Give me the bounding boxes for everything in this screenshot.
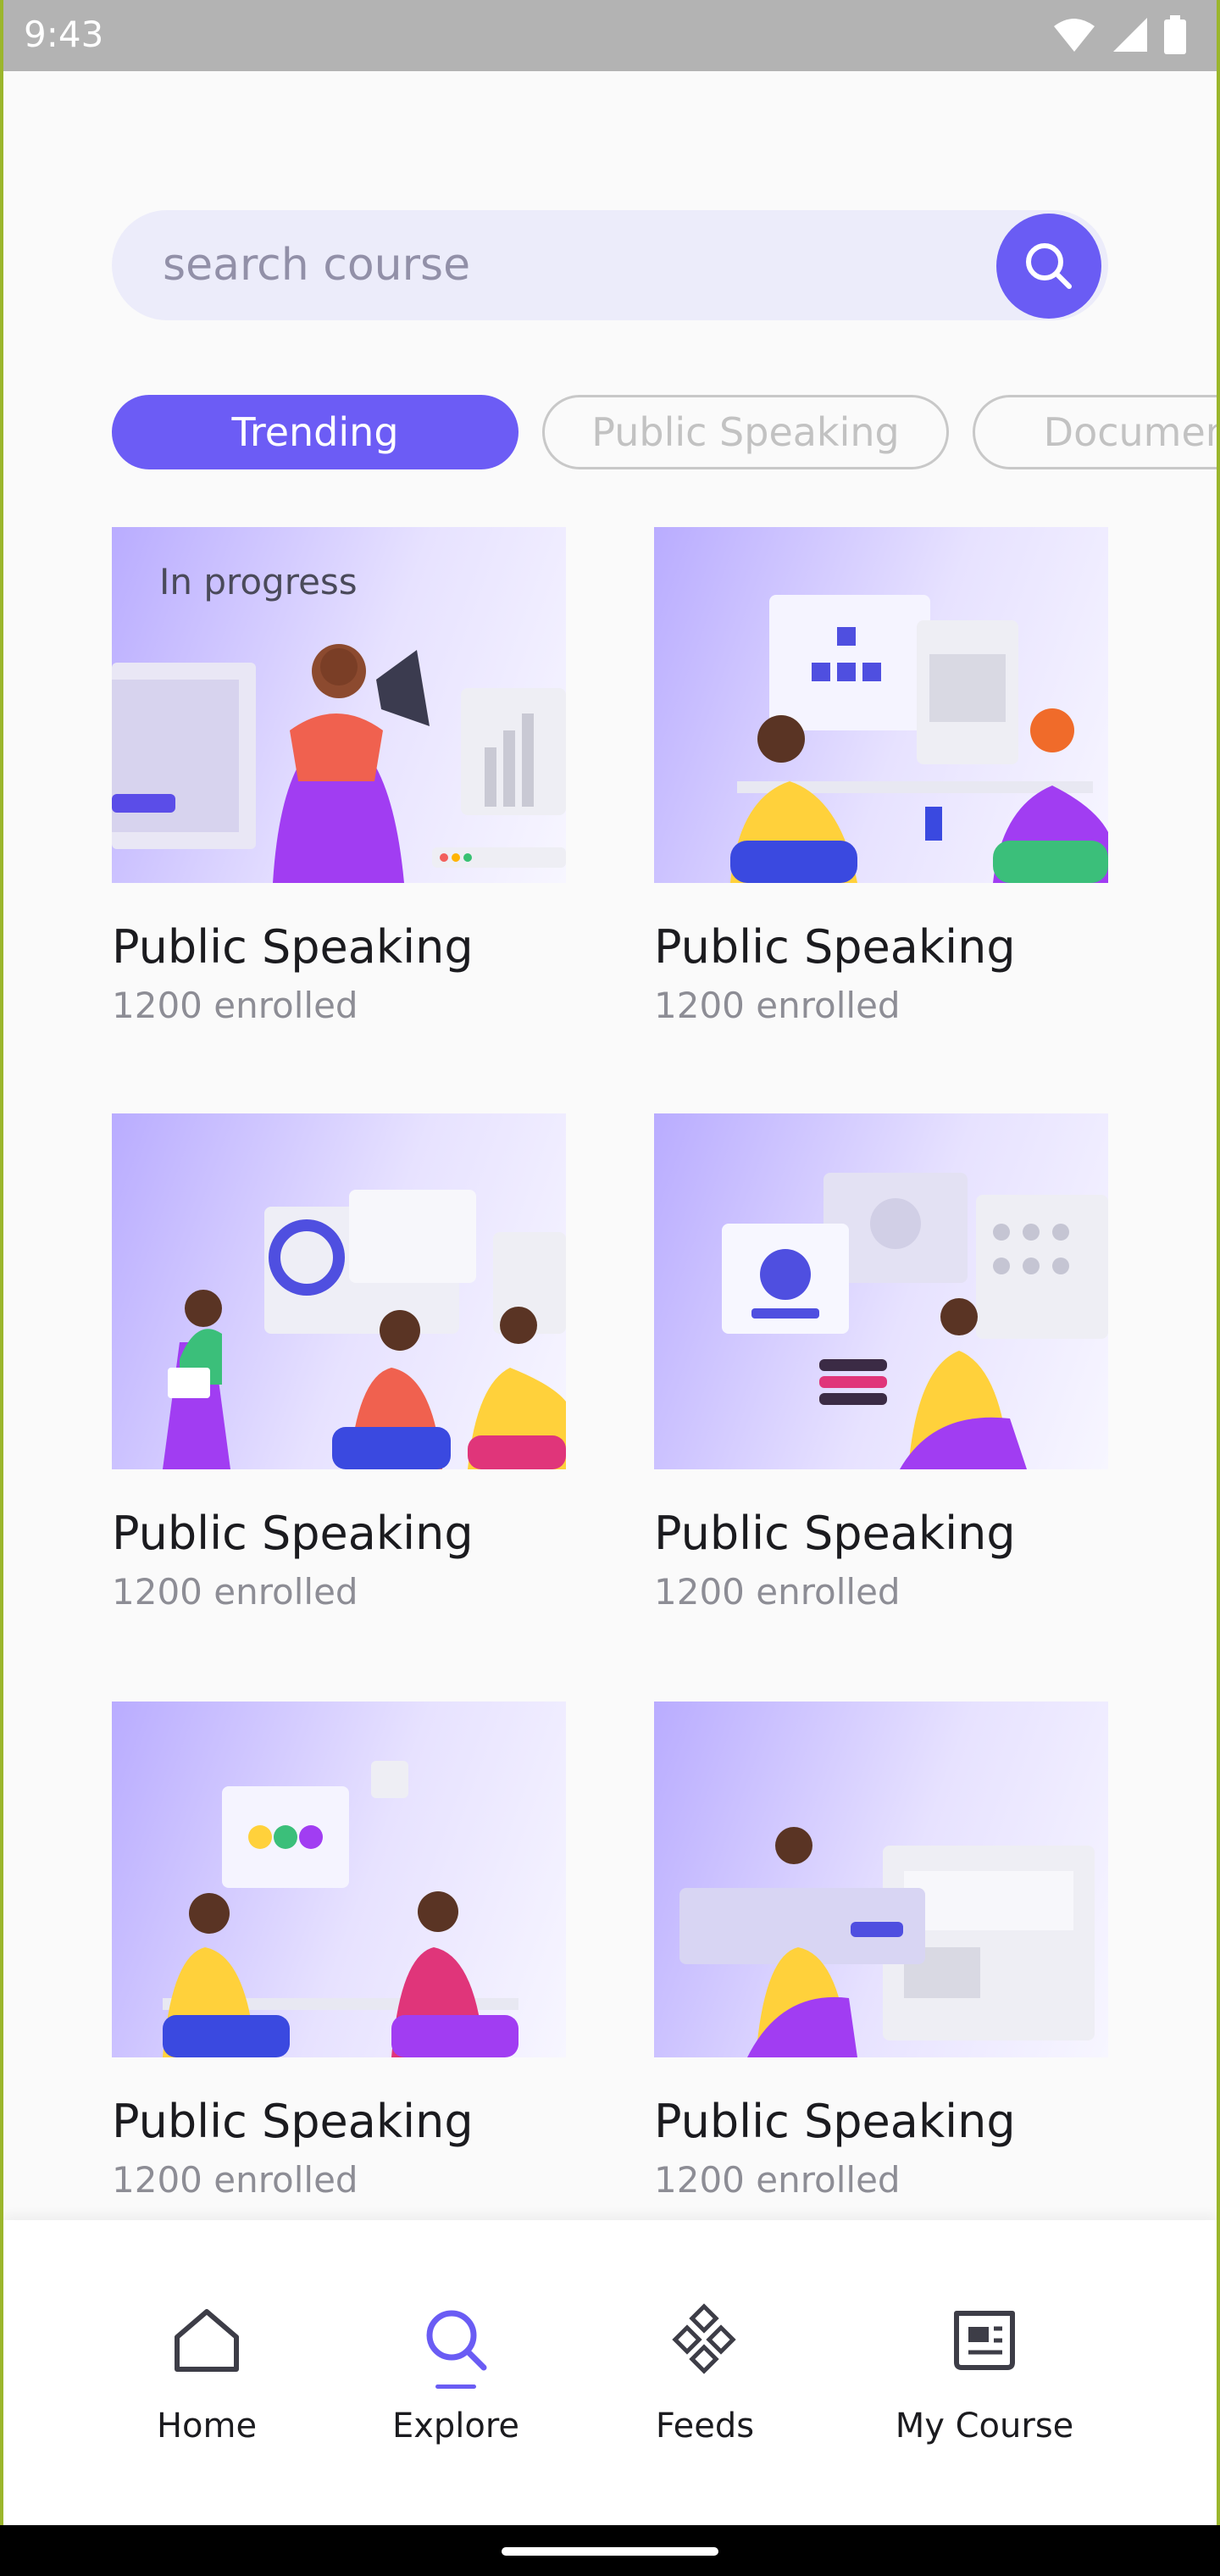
course-title: Public Speaking <box>654 920 1016 974</box>
nav-label-feeds: Feeds <box>655 2407 755 2446</box>
course-card[interactable]: Public Speaking 1200 enrolled <box>112 1113 566 1639</box>
course-illustration <box>654 1113 1108 1469</box>
search-input[interactable] <box>163 236 976 295</box>
search-bar <box>112 210 1108 320</box>
course-illustration <box>654 1702 1108 2057</box>
enrolled-count: 1200 enrolled <box>112 1571 358 1613</box>
enrolled-count: 1200 enrolled <box>654 1571 901 1613</box>
course-illustration: In progress <box>112 527 566 883</box>
system-navigation-bar <box>0 2525 1220 2576</box>
nav-label-explore: Explore <box>391 2407 520 2446</box>
my-course-icon <box>954 2311 1015 2370</box>
course-illustration <box>654 527 1108 883</box>
enrolled-count: 1200 enrolled <box>654 985 901 1026</box>
course-illustration <box>112 1702 566 2057</box>
status-icons <box>1052 15 1186 54</box>
chip-public-speaking[interactable]: Public Speaking <box>542 395 949 469</box>
status-time: 9:43 <box>24 14 104 55</box>
course-card[interactable]: Public Speaking 1200 enrolled <box>654 1113 1108 1639</box>
search-icon <box>426 2310 487 2371</box>
nav-item-my-course[interactable]: My Course <box>857 2220 1112 2457</box>
enrolled-count: 1200 enrolled <box>654 2159 901 2201</box>
active-tab-indicator <box>435 2384 476 2389</box>
app-screen: 9:43 Trending Public Speaking Doc <box>3 0 1217 2525</box>
course-card[interactable]: In progress Public Speaking 1200 enrolle… <box>112 527 566 1052</box>
home-gesture-handle[interactable] <box>502 2547 718 2556</box>
feeds-icon <box>672 2303 736 2374</box>
in-progress-badge: In progress <box>159 561 358 602</box>
chip-documentary[interactable]: Documentary <box>973 395 1217 469</box>
enrolled-count: 1200 enrolled <box>112 2159 358 2201</box>
course-title: Public Speaking <box>654 1507 1016 1560</box>
nav-label-home: Home <box>156 2407 258 2446</box>
course-card[interactable]: Public Speaking 1200 enrolled <box>654 527 1108 1052</box>
course-title: Public Speaking <box>654 2095 1016 2148</box>
chip-trending[interactable]: Trending <box>112 395 518 469</box>
nav-item-explore[interactable]: Explore <box>329 2220 583 2457</box>
status-bar: 9:43 <box>3 0 1217 71</box>
cellular-signal-icon <box>1113 18 1147 52</box>
search-button[interactable] <box>996 214 1101 319</box>
course-title: Public Speaking <box>112 1507 474 1560</box>
home-icon <box>175 2309 239 2372</box>
battery-icon <box>1164 15 1186 54</box>
nav-item-home[interactable]: Home <box>80 2220 334 2457</box>
search-icon <box>1026 243 1072 289</box>
course-card[interactable]: Public Speaking 1200 enrolled <box>654 1702 1108 2227</box>
bottom-navigation: Home Explore Feeds My Course <box>3 2220 1217 2525</box>
nav-label-my-course: My Course <box>895 2407 1074 2446</box>
category-chips: Trending Public Speaking Documentary <box>112 395 1217 473</box>
enrolled-count: 1200 enrolled <box>112 985 358 1026</box>
course-title: Public Speaking <box>112 2095 474 2148</box>
wifi-icon <box>1054 19 1095 52</box>
nav-item-feeds[interactable]: Feeds <box>578 2220 832 2457</box>
course-card[interactable]: Public Speaking 1200 enrolled <box>112 1702 566 2227</box>
course-illustration <box>112 1113 566 1469</box>
course-title: Public Speaking <box>112 920 474 974</box>
